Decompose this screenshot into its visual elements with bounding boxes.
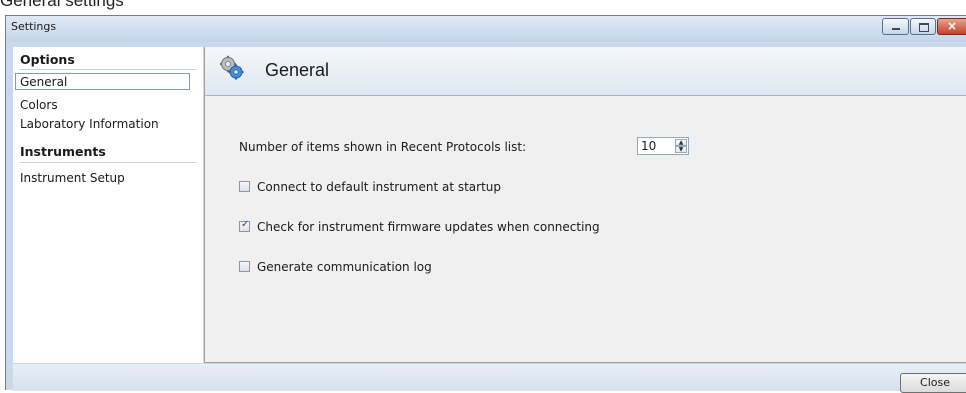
close-button[interactable]: Close xyxy=(900,373,966,393)
title-bar[interactable]: Settings × xyxy=(6,16,966,42)
checkbox[interactable] xyxy=(239,181,250,192)
window-title: Settings xyxy=(11,20,57,33)
checkbox-label[interactable]: Check for instrument firmware updates wh… xyxy=(257,220,600,234)
sidebar-item-general[interactable]: General xyxy=(15,73,190,90)
divider xyxy=(20,69,196,70)
spin-up-button[interactable]: ▲ xyxy=(675,139,687,146)
group-header-options: Options xyxy=(20,52,75,67)
sidebar: Options General Colors Laboratory Inform… xyxy=(13,47,203,363)
spin-down-button[interactable]: ▼ xyxy=(675,146,687,153)
minimize-icon xyxy=(892,28,900,30)
recent-protocols-value[interactable]: 10 xyxy=(641,139,656,153)
sidebar-item-colors[interactable]: Colors xyxy=(20,98,58,112)
spinner-buttons: ▲ ▼ xyxy=(675,139,687,153)
dialog-footer: Close xyxy=(13,364,966,393)
maximize-button[interactable] xyxy=(910,18,936,35)
sidebar-item-instrument-setup[interactable]: Instrument Setup xyxy=(20,171,125,185)
page-heading: General settings xyxy=(0,0,124,10)
divider xyxy=(20,162,196,163)
close-icon: × xyxy=(947,19,958,33)
recent-protocols-label: Number of items shown in Recent Protocol… xyxy=(239,140,527,154)
recent-protocols-spinner[interactable]: 10 ▲ ▼ xyxy=(637,137,689,155)
panel-title: General xyxy=(265,60,330,80)
checkbox-label[interactable]: Connect to default instrument at startup xyxy=(257,180,501,194)
close-window-button[interactable]: × xyxy=(937,18,966,35)
checkbox[interactable] xyxy=(239,219,250,232)
sidebar-item-laboratory-information[interactable]: Laboratory Information xyxy=(20,117,159,131)
maximize-icon xyxy=(919,23,929,32)
minimize-button[interactable] xyxy=(882,18,909,35)
panel-header: General xyxy=(205,47,966,96)
checkbox[interactable] xyxy=(239,261,250,272)
gears-icon xyxy=(219,55,244,80)
group-header-instruments: Instruments xyxy=(20,144,106,159)
checkbox-label[interactable]: Generate communication log xyxy=(257,260,432,274)
settings-panel: General Number of items shown in Recent … xyxy=(204,47,966,363)
settings-window: Settings × Options General Colors Labora… xyxy=(5,15,966,393)
